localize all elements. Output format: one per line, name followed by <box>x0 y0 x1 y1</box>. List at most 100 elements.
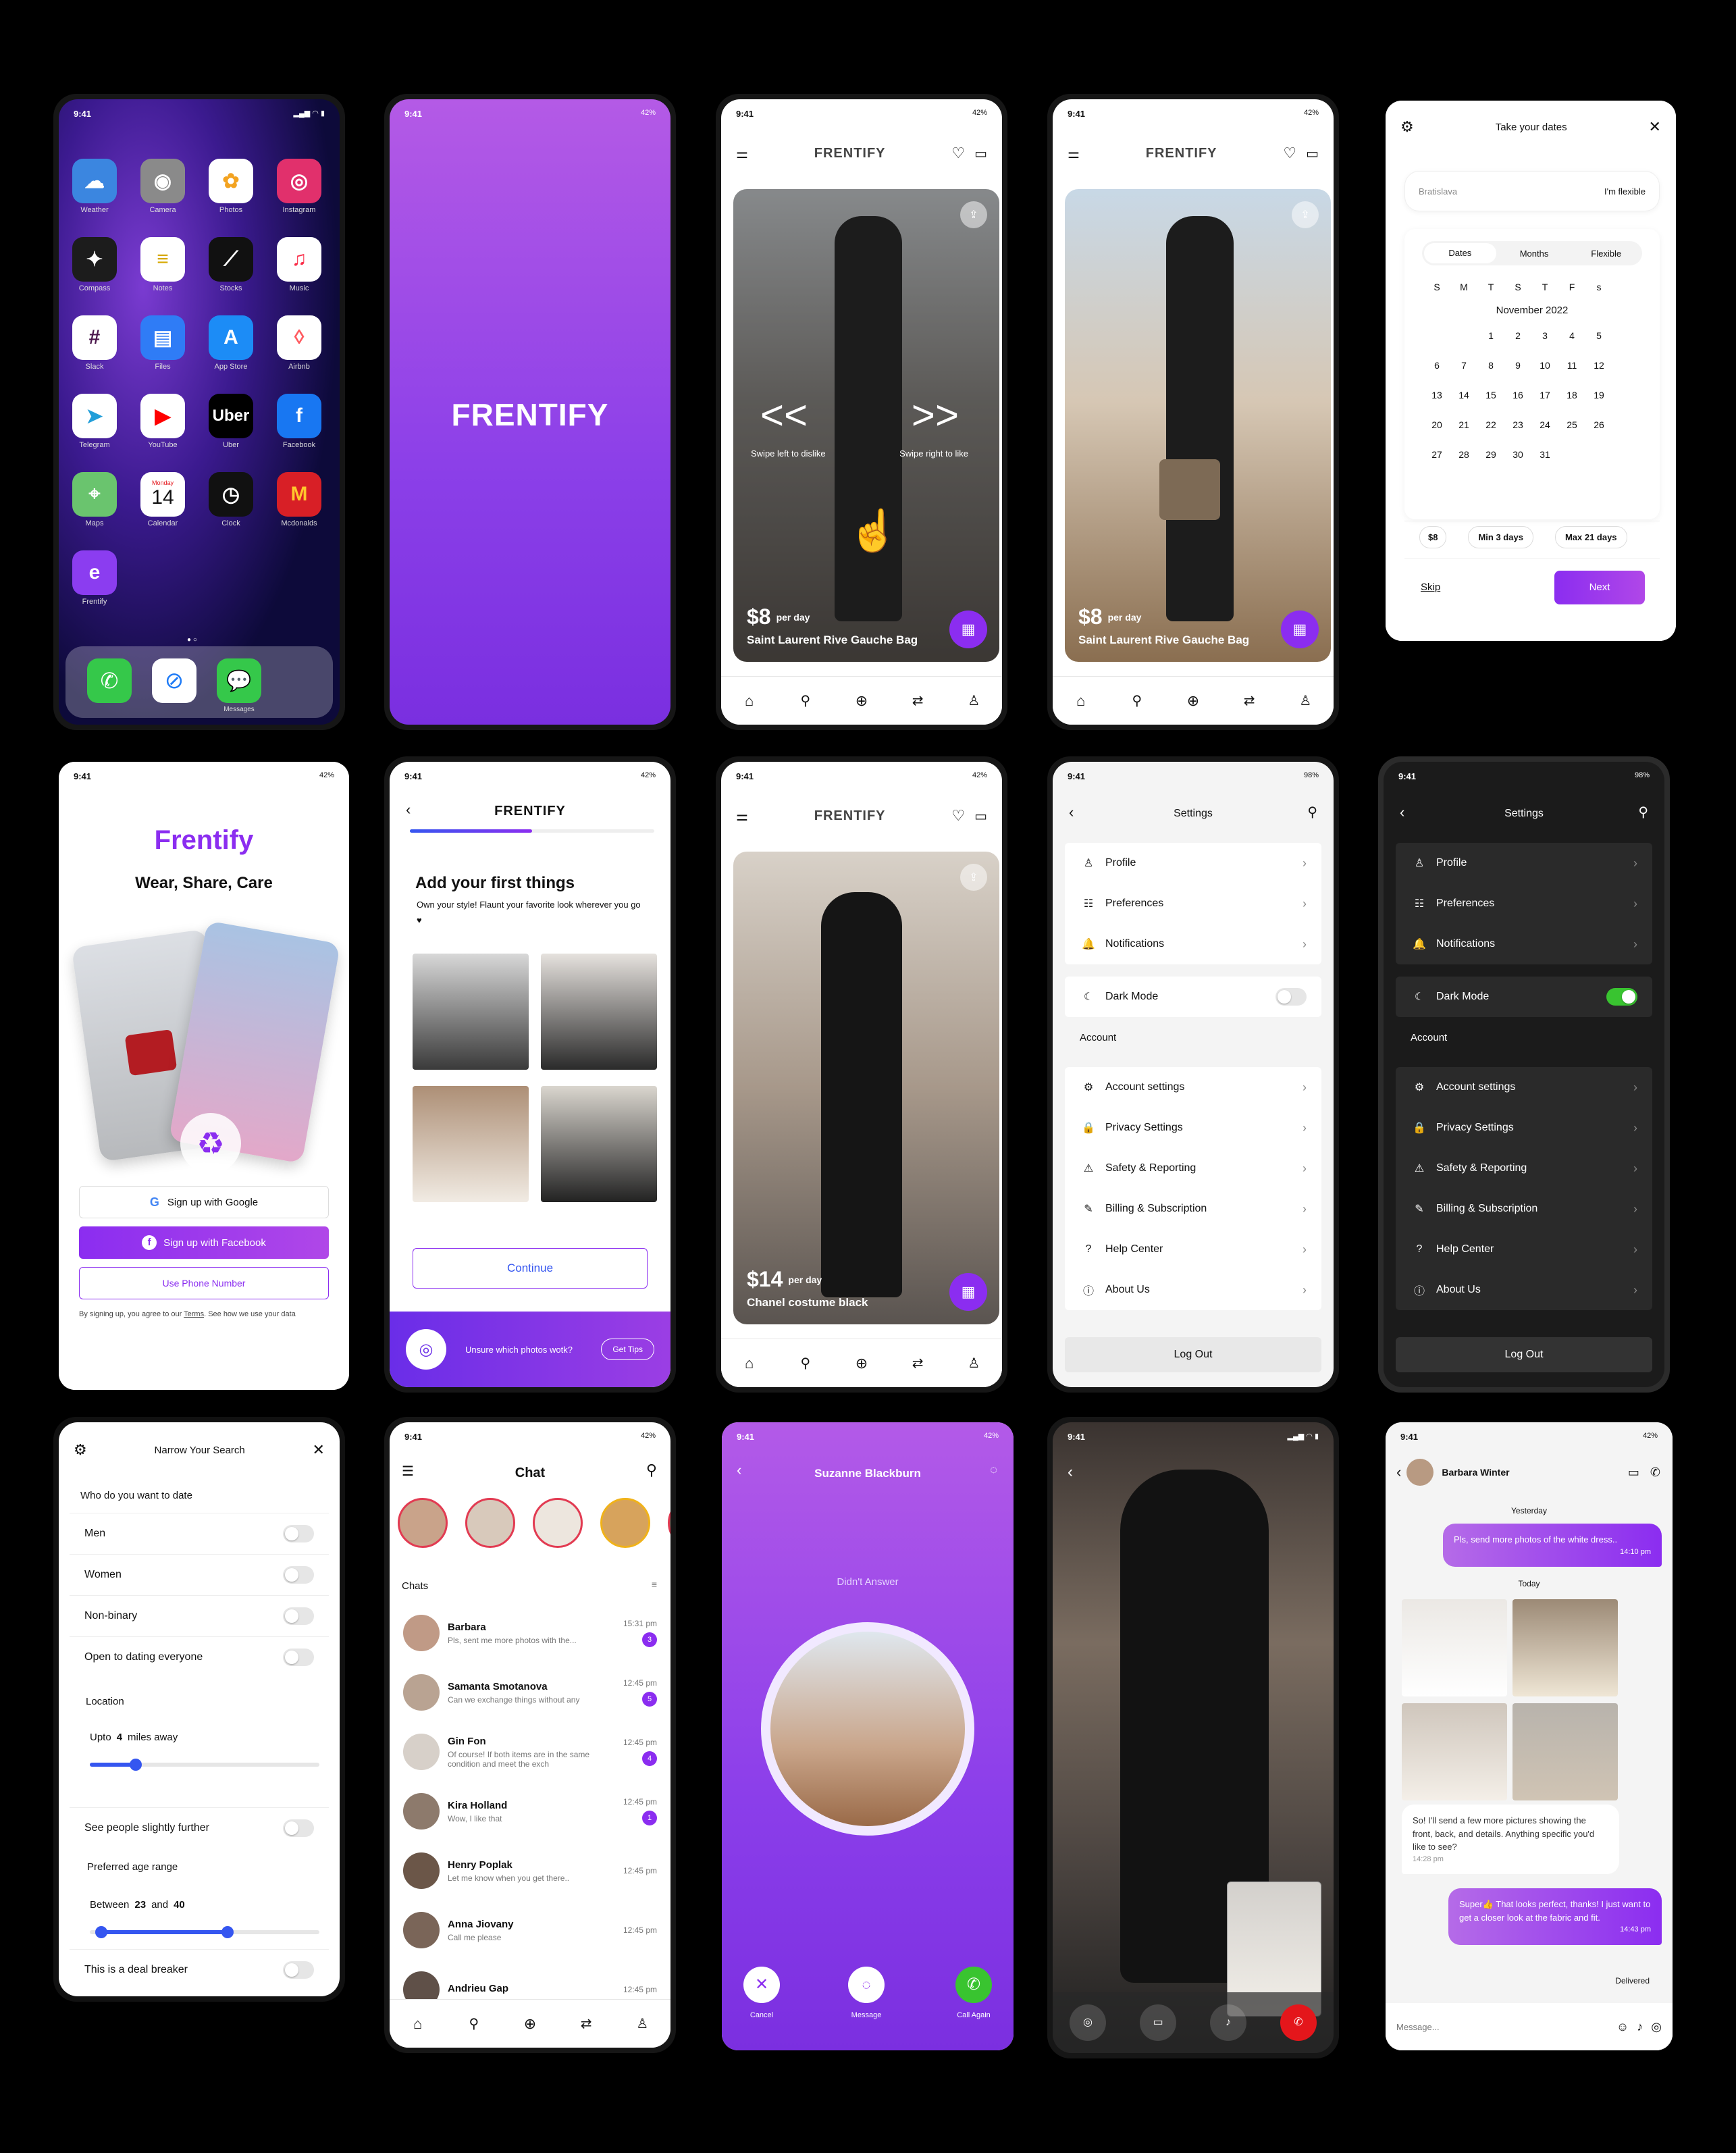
calendar-day[interactable]: 4 <box>1558 321 1585 351</box>
calendar-day[interactable]: 30 <box>1504 440 1531 469</box>
dating-option-toggle[interactable] <box>283 1607 314 1625</box>
dark-mode-toggle[interactable] <box>1606 988 1637 1006</box>
messages-icon[interactable]: 💬 <box>217 658 261 703</box>
settings-item-account-settings[interactable]: ⚙ Account settings › <box>1065 1067 1321 1108</box>
back-icon[interactable]: ‹ <box>1068 1463 1073 1482</box>
app-music[interactable]: ♫ Music <box>277 237 321 292</box>
calendar-day[interactable]: 26 <box>1585 410 1612 440</box>
settings-item-preferences[interactable]: ☷ Preferences › <box>1065 883 1321 924</box>
app-uber[interactable]: Uber Uber <box>209 394 253 449</box>
product-photo[interactable]: ⇪ $14 per day Chanel costume black ▦ <box>733 852 999 1324</box>
distance-slider[interactable] <box>90 1759 319 1771</box>
chat-row[interactable]: Kira Holland Wow, I like that 12:45 pm 1 <box>403 1783 657 1840</box>
calendar-day[interactable]: 11 <box>1558 351 1585 380</box>
home-tab-icon[interactable]: ⌂ <box>739 690 760 712</box>
dating-option-toggle[interactable] <box>283 1648 314 1666</box>
settings-item-account-settings[interactable]: ⚙ Account settings › <box>1396 1067 1652 1108</box>
product-photo[interactable]: ⇪ << >> Swipe left to dislike Swipe righ… <box>733 189 999 662</box>
slider-thumb[interactable] <box>221 1926 234 1938</box>
calendar-day[interactable]: 29 <box>1477 440 1504 469</box>
calendar-day[interactable]: 14 <box>1450 380 1477 410</box>
settings-item-privacy-settings[interactable]: 🔒 Privacy Settings › <box>1396 1108 1652 1148</box>
end-call-icon[interactable]: ✆ <box>1280 2004 1317 2041</box>
sort-icon[interactable]: ≡ <box>652 1579 657 1590</box>
tab-dates[interactable]: Dates <box>1424 243 1496 263</box>
calendar-day[interactable]: 15 <box>1477 380 1504 410</box>
dating-option-toggle[interactable] <box>283 1565 314 1584</box>
app-photos[interactable]: ✿ Photos <box>209 159 253 214</box>
calendar-day[interactable]: 25 <box>1558 410 1585 440</box>
calendar-day[interactable]: 6 <box>1423 351 1450 380</box>
message-input[interactable] <box>1396 2021 1610 2032</box>
share-icon[interactable]: ⇪ <box>960 864 987 891</box>
exchange-tab-icon[interactable]: ⇄ <box>575 2013 597 2035</box>
calendar-day[interactable]: 2 <box>1504 321 1531 351</box>
calendar-fab[interactable]: ▦ <box>1281 611 1319 648</box>
close-icon[interactable]: ✕ <box>313 1441 325 1459</box>
emoji-icon[interactable]: ☺ <box>1616 2020 1629 2034</box>
age-slider[interactable] <box>90 1926 319 1938</box>
dark-mode-row[interactable]: ☾ Dark Mode <box>1396 977 1652 1017</box>
calendar-day[interactable]: 22 <box>1477 410 1504 440</box>
camera-switch-icon[interactable]: ◎ <box>1070 2004 1106 2041</box>
chat-bubble-icon[interactable]: ◌ <box>990 1463 997 1477</box>
app-facebook[interactable]: f Facebook <box>277 394 321 449</box>
message-call-button[interactable]: ◌ <box>848 1967 885 2003</box>
calendar-day[interactable]: 5 <box>1585 321 1612 351</box>
app-weather[interactable]: ☁ Weather <box>72 159 117 214</box>
photo-slot-1[interactable] <box>413 954 529 1070</box>
dating-option-row[interactable]: Open to dating everyone <box>70 1636 329 1677</box>
shared-photo-2[interactable] <box>1513 1599 1618 1696</box>
settings-item-about-us[interactable]: ⓘ About Us › <box>1065 1270 1321 1310</box>
search-icon[interactable]: ⚲ <box>1638 804 1648 821</box>
google-signup-button[interactable]: G Sign up with Google <box>79 1186 329 1218</box>
search-tab-icon[interactable]: ⚲ <box>795 690 816 712</box>
chat-icon[interactable]: ▭ <box>974 808 987 825</box>
chip-min[interactable]: Min 3 days <box>1468 526 1533 548</box>
story-avatar[interactable] <box>398 1498 448 1548</box>
calendar-fab[interactable]: ▦ <box>949 1273 987 1311</box>
chat-row[interactable]: Samanta Smotanova Can we exchange things … <box>403 1664 657 1721</box>
settings-item-profile[interactable]: ♙ Profile › <box>1065 843 1321 883</box>
calendar-day[interactable]: 31 <box>1531 440 1558 469</box>
calendar-day[interactable]: 19 <box>1585 380 1612 410</box>
settings-item-billing-subscription[interactable]: ✎ Billing & Subscription › <box>1065 1189 1321 1229</box>
chip-max[interactable]: Max 21 days <box>1554 526 1627 548</box>
heart-icon[interactable]: ♡ <box>951 145 965 162</box>
app-compass[interactable]: ✦ Compass <box>72 237 117 292</box>
next-button[interactable]: Next <box>1554 571 1645 604</box>
story-avatar[interactable] <box>600 1498 650 1548</box>
photo-slot-4[interactable] <box>541 1086 657 1202</box>
calendar-day[interactable]: 20 <box>1423 410 1450 440</box>
close-icon[interactable]: ✕ <box>1649 118 1661 136</box>
app-camera[interactable]: ◉ Camera <box>140 159 185 214</box>
settings-gear-icon[interactable]: ⚙ <box>1400 118 1414 136</box>
chat-icon[interactable]: ▭ <box>1306 145 1319 162</box>
calendar-day[interactable]: 1 <box>1477 321 1504 351</box>
share-icon[interactable]: ⇪ <box>960 201 987 228</box>
exchange-tab-icon[interactable]: ⇄ <box>907 1353 928 1374</box>
exchange-tab-icon[interactable]: ⇄ <box>1238 690 1260 712</box>
app-telegram[interactable]: ➤ Telegram <box>72 394 117 449</box>
calendar-fab[interactable]: ▦ <box>949 611 987 648</box>
further-row[interactable]: See people slightly further <box>70 1807 329 1848</box>
home-tab-icon[interactable]: ⌂ <box>407 2013 429 2035</box>
calendar-day[interactable]: 3 <box>1531 321 1558 351</box>
add-tab-icon[interactable]: ⊕ <box>1182 690 1204 712</box>
chip-price[interactable]: $8 <box>1419 526 1447 548</box>
dealbreaker-row[interactable]: This is a deal breaker <box>70 1949 329 1990</box>
dating-option-toggle[interactable] <box>283 1524 314 1542</box>
heart-icon[interactable]: ♡ <box>951 807 965 825</box>
calendar-day[interactable]: 10 <box>1531 351 1558 380</box>
home-tab-icon[interactable]: ⌂ <box>739 1353 760 1374</box>
profile-tab-icon[interactable]: ♙ <box>1294 690 1316 712</box>
profile-tab-icon[interactable]: ♙ <box>963 690 984 712</box>
dating-option-row[interactable]: Women <box>70 1554 329 1594</box>
camera-icon[interactable]: ◎ <box>406 1329 446 1370</box>
safari-icon[interactable]: ⊘ <box>152 658 196 703</box>
phone-signup-button[interactable]: Use Phone Number <box>79 1267 329 1299</box>
app-notes[interactable]: ≡ Notes <box>140 237 185 292</box>
calendar-day[interactable]: 13 <box>1423 380 1450 410</box>
facebook-signup-button[interactable]: f Sign up with Facebook <box>79 1226 329 1259</box>
calendar-day[interactable]: 27 <box>1423 440 1450 469</box>
